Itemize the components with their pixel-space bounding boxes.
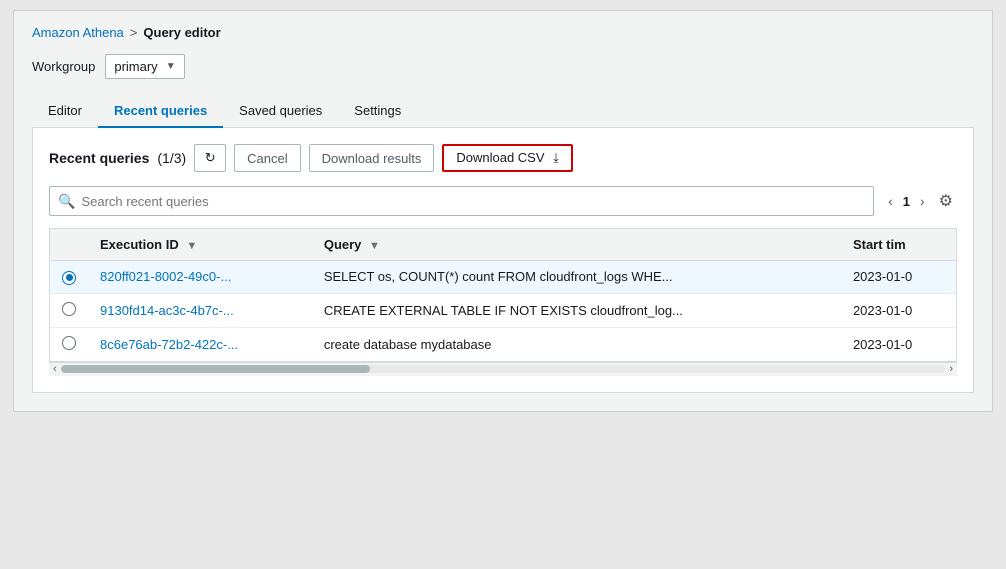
download-csv-label: Download CSV: [456, 150, 544, 165]
row-radio-cell: [50, 261, 88, 294]
page-number: 1: [903, 194, 910, 209]
content-area: Recent queries (1/3) ↻ Cancel Download r…: [32, 128, 974, 393]
query-cell: CREATE EXTERNAL TABLE IF NOT EXISTS clou…: [312, 293, 841, 327]
execution-id-link[interactable]: 820ff021-8002-49c0-...: [100, 269, 231, 284]
search-icon: 🔍: [58, 193, 75, 210]
table-row[interactable]: 820ff021-8002-49c0-... SELECT os, COUNT(*…: [50, 261, 956, 294]
tab-recent-queries[interactable]: Recent queries: [98, 95, 223, 128]
col-select: [50, 229, 88, 261]
row-radio[interactable]: [62, 336, 76, 350]
scroll-right-icon[interactable]: ›: [945, 363, 957, 375]
breadcrumb-separator: >: [130, 25, 138, 40]
search-input[interactable]: [81, 194, 865, 209]
next-page-button[interactable]: ›: [916, 191, 929, 211]
table-row[interactable]: 9130fd14-ac3c-4b7c-... CREATE EXTERNAL TA…: [50, 293, 956, 327]
row-radio[interactable]: [62, 302, 76, 316]
chevron-down-icon: ▼: [166, 61, 176, 72]
workgroup-row: Workgroup primary ▼: [32, 54, 974, 79]
start-time-cell: 2023-01-0: [841, 327, 956, 361]
refresh-icon: ↻: [205, 150, 216, 166]
scroll-left-icon[interactable]: ‹: [49, 363, 61, 375]
prev-page-button[interactable]: ‹: [884, 191, 897, 211]
tab-settings[interactable]: Settings: [338, 95, 417, 128]
search-row: 🔍 ‹ 1 › ⚙: [49, 186, 957, 216]
execution-id-cell: 8c6e76ab-72b2-422c-...: [88, 327, 312, 361]
download-results-button[interactable]: Download results: [309, 144, 435, 172]
col-start-time: Start tim: [841, 229, 956, 261]
execution-id-link[interactable]: 8c6e76ab-72b2-422c-...: [100, 337, 238, 352]
execution-id-link[interactable]: 9130fd14-ac3c-4b7c-...: [100, 303, 234, 318]
pagination-controls: ‹ 1 › ⚙: [884, 189, 957, 213]
breadcrumb-link[interactable]: Amazon Athena: [32, 25, 124, 40]
col-query: Query ▼: [312, 229, 841, 261]
workgroup-value: primary: [114, 59, 157, 74]
tab-editor[interactable]: Editor: [32, 95, 98, 128]
start-time-cell: 2023-01-0: [841, 261, 956, 294]
refresh-button[interactable]: ↻: [194, 144, 226, 172]
section-header: Recent queries (1/3) ↻ Cancel Download r…: [49, 144, 957, 172]
table-container: Execution ID ▼ Query ▼ Start tim 820ff02…: [49, 228, 957, 362]
breadcrumb: Amazon Athena > Query editor: [32, 25, 974, 40]
download-csv-icon: ⤓: [553, 150, 559, 165]
execution-id-cell: 820ff021-8002-49c0-...: [88, 261, 312, 294]
scroll-thumb: [61, 365, 371, 373]
execution-id-cell: 9130fd14-ac3c-4b7c-...: [88, 293, 312, 327]
download-csv-button[interactable]: Download CSV ⤓: [442, 144, 573, 172]
horizontal-scrollbar[interactable]: ‹ ›: [49, 362, 957, 376]
tabs-row: Editor Recent queries Saved queries Sett…: [32, 95, 974, 128]
query-cell: SELECT os, COUNT(*) count FROM cloudfron…: [312, 261, 841, 294]
workgroup-select[interactable]: primary ▼: [105, 54, 184, 79]
query-cell: create database mydatabase: [312, 327, 841, 361]
sort-icon: ▼: [186, 240, 197, 252]
table-header-row: Execution ID ▼ Query ▼ Start tim: [50, 229, 956, 261]
search-box[interactable]: 🔍: [49, 186, 874, 216]
sort-icon-query: ▼: [369, 240, 380, 252]
start-time-cell: 2023-01-0: [841, 293, 956, 327]
queries-table: Execution ID ▼ Query ▼ Start tim 820ff02…: [50, 229, 956, 361]
row-radio-cell: [50, 293, 88, 327]
row-radio-cell: [50, 327, 88, 361]
tab-saved-queries[interactable]: Saved queries: [223, 95, 338, 128]
col-execution-id: Execution ID ▼: [88, 229, 312, 261]
table-settings-button[interactable]: ⚙: [935, 189, 957, 213]
cancel-button[interactable]: Cancel: [234, 144, 300, 172]
workgroup-label: Workgroup: [32, 59, 95, 74]
table-row[interactable]: 8c6e76ab-72b2-422c-... create database my…: [50, 327, 956, 361]
section-title: Recent queries: [49, 150, 149, 166]
section-count: (1/3): [157, 150, 186, 166]
scroll-track[interactable]: [61, 365, 946, 373]
row-radio[interactable]: [62, 271, 76, 285]
breadcrumb-current: Query editor: [143, 25, 220, 40]
